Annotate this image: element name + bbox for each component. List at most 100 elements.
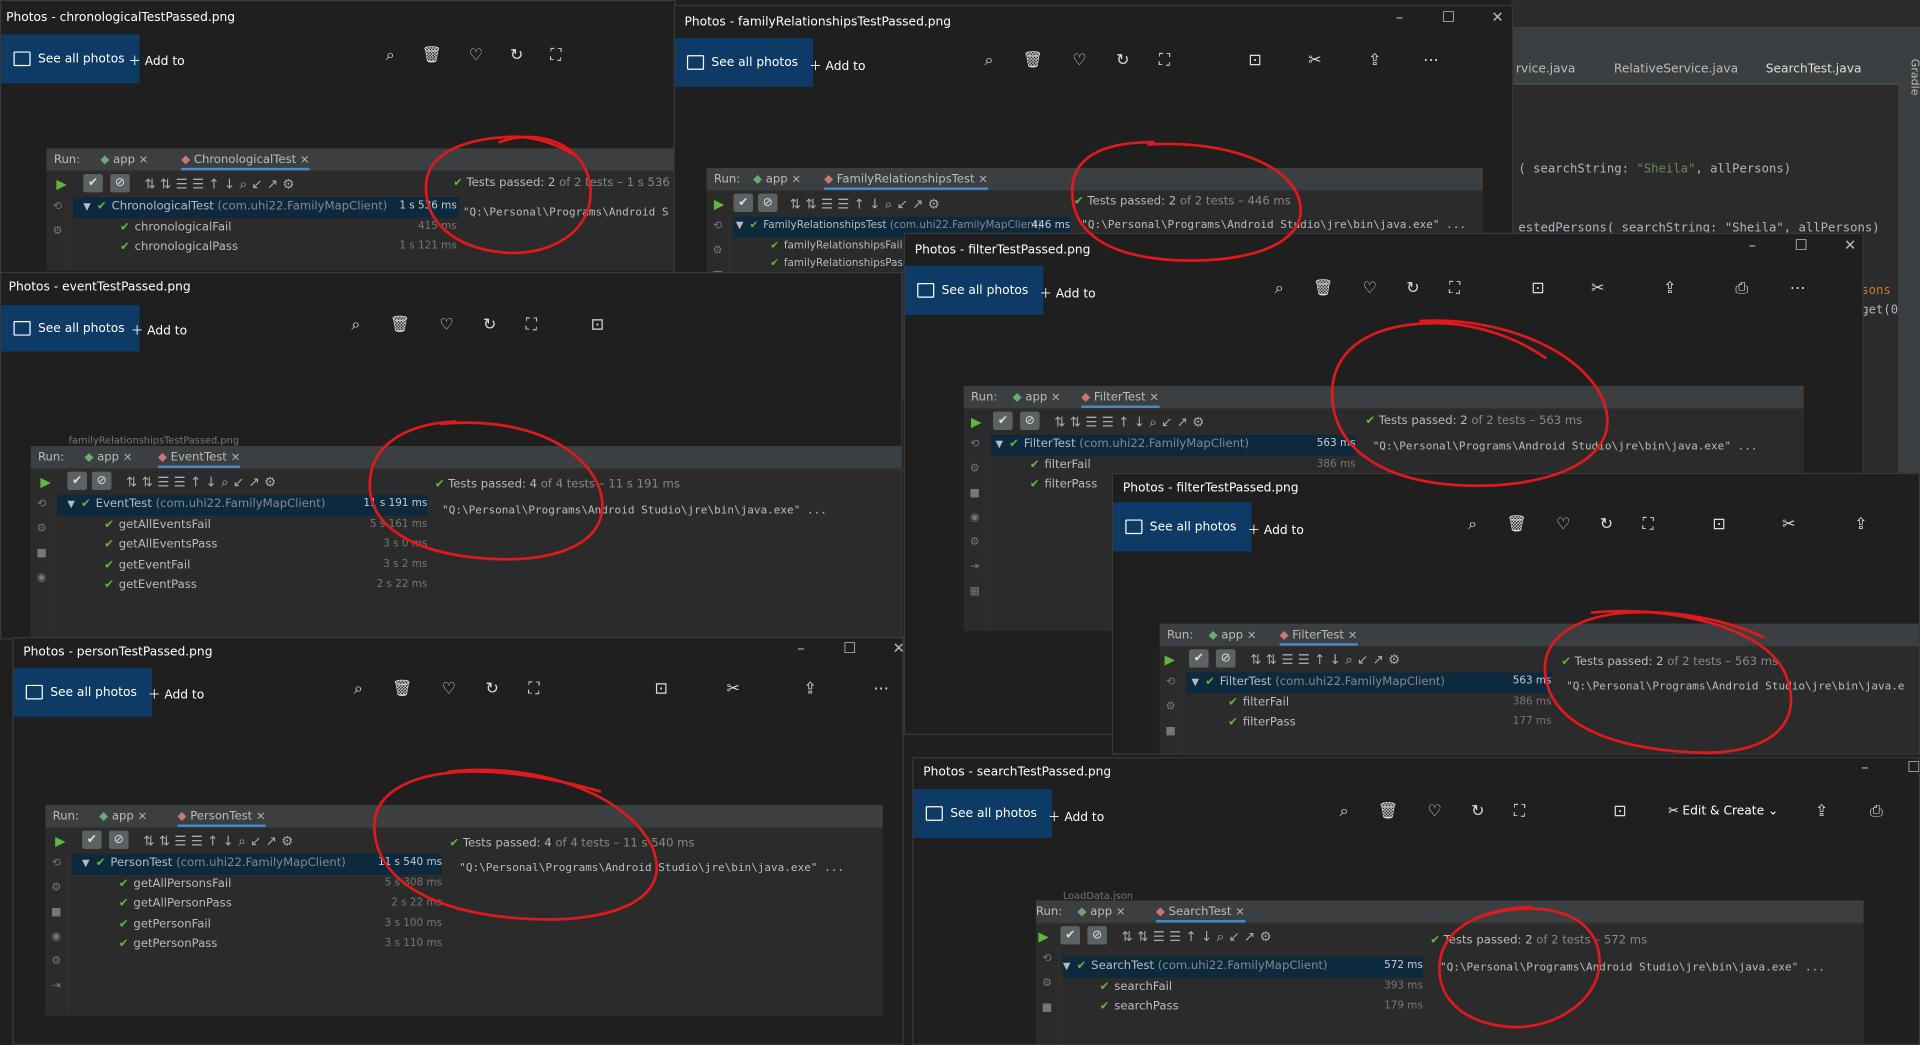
run-tab-config[interactable]: ◆ FilterTest × [1279, 628, 1358, 646]
test-row[interactable]: ✔ getEventFail 3 s 2 ms [58, 556, 428, 576]
test-row[interactable]: ✔ getAllPersonPass 2 s 22 ms [72, 894, 442, 914]
sort-icon[interactable]: ⇅ ⇅ ☰ ☰ ↑ ↓ ⌕ ↙ ↗ ⚙ [143, 833, 293, 850]
focus-icon[interactable]: ⊡ [654, 680, 667, 698]
rerun-icon[interactable]: ⟲ [47, 201, 69, 213]
share-icon[interactable]: ⇪ [1663, 279, 1676, 297]
minimize-icon[interactable]: – [1856, 758, 1873, 783]
add-to-button[interactable]: ＋ Add to [131, 320, 187, 338]
debug-icon[interactable]: ⚙ [1036, 978, 1058, 990]
test-row[interactable]: ✔ chronologicalPass 1 s 121 ms [73, 238, 459, 258]
close-icon[interactable]: ✕ [1489, 9, 1506, 34]
share-icon[interactable]: ⇪ [1815, 802, 1828, 820]
add-to-button[interactable]: ＋ Add to [1248, 519, 1304, 537]
rerun-icon[interactable]: ⟲ [31, 499, 53, 511]
rerun-icon[interactable]: ⟲ [707, 221, 729, 233]
zoom-icon[interactable]: ⌕ [351, 316, 360, 334]
delete-icon[interactable]: 🗑 [422, 47, 442, 65]
run-tab-app[interactable]: ◆ app × [99, 810, 147, 823]
test-row[interactable]: ✔ searchFail 393 ms [1063, 977, 1423, 997]
debug-icon[interactable]: ⚙ [45, 882, 67, 894]
minimize-icon[interactable]: – [1391, 9, 1408, 34]
sort-icon[interactable]: ⇅ ⇅ ☰ ☰ ↑ ↓ ⌕ ↙ ↗ ⚙ [1122, 929, 1272, 946]
ide-tab-search-test[interactable]: SearchTest.java [1766, 62, 1862, 75]
show-ignored-toggle[interactable]: ⊘ [110, 173, 130, 193]
delete-icon[interactable]: 🗑 [392, 680, 412, 698]
rotate-icon[interactable]: ↻ [485, 680, 498, 698]
test-row[interactable]: ▼ ✔ FilterTest (com.uhi22.FamilyMapClient)… [1186, 672, 1552, 693]
play-icon[interactable]: ▶ [971, 414, 981, 430]
zoom-icon[interactable]: ⌕ [1340, 802, 1349, 820]
focus-icon[interactable]: ⊡ [591, 316, 604, 334]
test-row[interactable]: ✔ getPersonPass 3 s 110 ms [72, 935, 442, 955]
see-all-photos-button[interactable]: See all photos [1113, 502, 1252, 552]
crop-icon[interactable]: ⛶ [550, 47, 561, 65]
test-row[interactable]: ✔ filterFail 386 ms [1187, 693, 1551, 713]
show-passed-toggle[interactable]: ✔ [1188, 649, 1209, 668]
see-all-photos-button[interactable]: See all photos [904, 265, 1043, 315]
add-to-button[interactable]: ＋ Add to [1040, 283, 1096, 301]
rerun-icon[interactable]: ⟲ [964, 439, 986, 451]
run-tab-app[interactable]: ◆ app × [1209, 628, 1257, 641]
test-row[interactable]: ✔ getAllPersonsFail 5 s 308 ms [72, 874, 442, 894]
see-all-photos-button[interactable]: See all photos [674, 37, 813, 87]
test-row[interactable]: ✔ getAllEventsPass 3 s 0 ms [58, 535, 428, 555]
sort-icon[interactable]: ⇅ ⇅ ☰ ☰ ↑ ↓ ⌕ ↙ ↗ ⚙ [144, 176, 294, 193]
crop-icon[interactable]: ⛶ [1159, 51, 1170, 69]
camera-icon[interactable]: ◉ [964, 512, 986, 524]
edit-icon[interactable]: ✂ [1591, 279, 1604, 297]
zoom-icon[interactable]: ⌕ [984, 51, 993, 69]
heart-icon[interactable]: ♡ [439, 316, 453, 334]
sort-icon[interactable]: ⇅ ⇅ ☰ ☰ ↑ ↓ ⌕ ↙ ↗ ⚙ [1054, 414, 1204, 431]
run-tab-app[interactable]: ◆ app × [1078, 905, 1126, 918]
test-row[interactable]: ✔ getAllEventsFail 5 s 161 ms [58, 515, 428, 535]
show-passed-toggle[interactable]: ✔ [67, 471, 87, 491]
zoom-icon[interactable]: ⌕ [354, 680, 363, 698]
heart-icon[interactable]: ♡ [1363, 279, 1377, 297]
print-icon[interactable]: ⎙ [1870, 802, 1883, 820]
test-row[interactable]: ▼ ✔ PersonTest (com.uhi22.FamilyMapClient)… [72, 853, 442, 875]
more-icon[interactable]: ⋯ [1790, 279, 1806, 297]
focus-icon[interactable]: ⊡ [1531, 279, 1544, 297]
more-icon[interactable]: ⋯ [873, 680, 889, 698]
rerun-icon[interactable]: ⟲ [45, 858, 67, 870]
show-passed-toggle[interactable]: ✔ [83, 173, 103, 193]
show-ignored-toggle[interactable]: ⊘ [1087, 926, 1107, 945]
layout-icon[interactable]: ▦ [964, 586, 986, 598]
show-passed-toggle[interactable]: ✔ [993, 411, 1013, 431]
test-row[interactable]: ✔ getEventPass 2 s 22 ms [58, 576, 428, 596]
show-ignored-toggle[interactable]: ⊘ [1215, 649, 1236, 668]
more-icon[interactable]: ⋯ [1423, 51, 1439, 69]
heart-icon[interactable]: ♡ [1072, 51, 1086, 69]
exit-icon[interactable]: ⇥ [964, 561, 986, 573]
run-tab-config[interactable]: ◆ FamilyRelationshipsTest × [824, 173, 989, 190]
see-all-photos-button[interactable]: See all photos [1, 305, 140, 352]
debug-icon[interactable]: ⚙ [1160, 701, 1182, 713]
rerun-icon[interactable]: ⟲ [1160, 676, 1182, 688]
play-icon[interactable]: ▶ [714, 196, 724, 212]
rotate-icon[interactable]: ↻ [1116, 51, 1129, 69]
stop-icon[interactable]: ■ [1036, 1002, 1058, 1014]
maximize-icon[interactable]: ☐ [1440, 9, 1457, 34]
play-icon[interactable]: ▶ [1164, 652, 1174, 668]
show-ignored-toggle[interactable]: ⊘ [757, 193, 778, 212]
test-row[interactable]: ✔ searchPass 179 ms [1063, 997, 1423, 1017]
show-passed-toggle[interactable]: ✔ [1060, 926, 1081, 945]
focus-icon[interactable]: ⊡ [1712, 516, 1725, 534]
stop-icon[interactable]: ■ [1160, 725, 1182, 737]
run-tab-app[interactable]: ◆ app × [84, 451, 132, 464]
play-icon[interactable]: ▶ [55, 833, 65, 849]
close-icon[interactable]: ✕ [890, 640, 903, 665]
sort-icon[interactable]: ⇅ ⇅ ☰ ☰ ↑ ↓ ⌕ ↙ ↗ ⚙ [790, 196, 940, 213]
close-icon[interactable]: ✕ [1842, 236, 1859, 261]
share-icon[interactable]: ⇪ [804, 680, 817, 698]
test-row[interactable]: ✔ getPersonFail 3 s 100 ms [72, 915, 442, 935]
debug-icon[interactable]: ⚙ [31, 523, 53, 535]
delete-icon[interactable]: 🗑 [1378, 802, 1398, 820]
gradle-side-tab[interactable]: Gradle [1897, 58, 1920, 491]
zoom-icon[interactable]: ⌕ [386, 47, 395, 65]
focus-icon[interactable]: ⊡ [1248, 51, 1261, 69]
delete-icon[interactable]: 🗑 [390, 316, 410, 334]
maximize-icon[interactable]: ☐ [841, 640, 858, 665]
edit-icon[interactable]: ✂ [727, 680, 740, 698]
crop-icon[interactable]: ⛶ [528, 680, 539, 698]
